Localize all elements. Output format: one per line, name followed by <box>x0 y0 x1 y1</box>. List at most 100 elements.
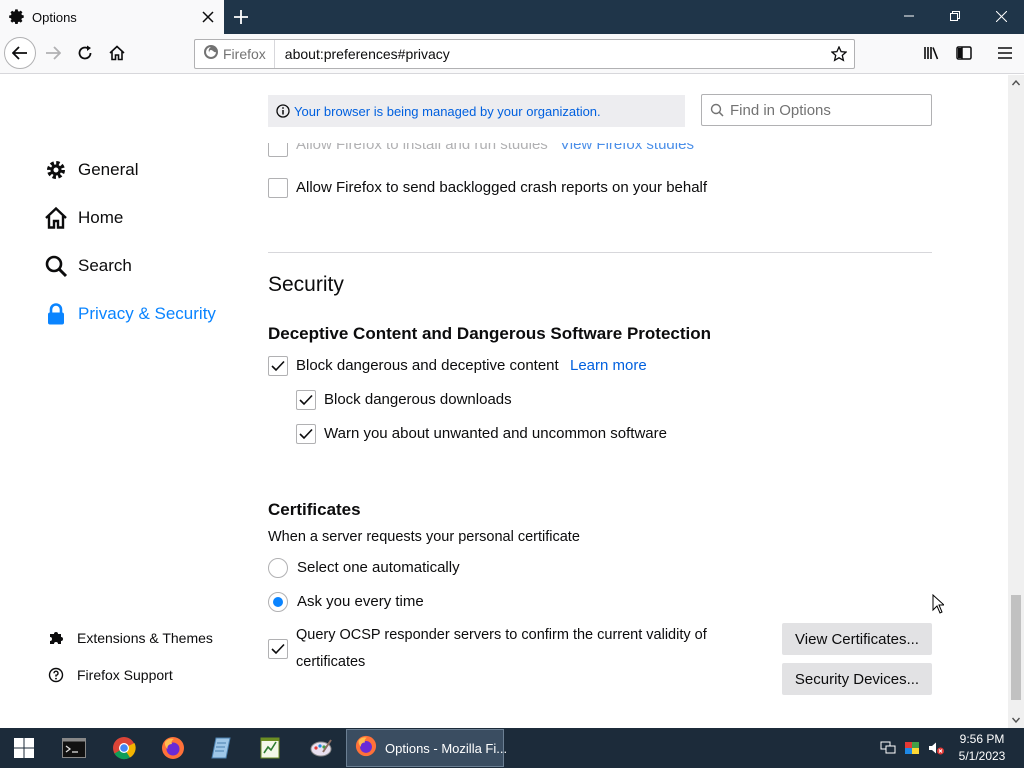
taskbar-window-label: Options - Mozilla Fi... <box>385 740 508 756</box>
bookmark-star-icon[interactable] <box>824 39 854 69</box>
policy-banner-text[interactable]: Your browser is being managed by your or… <box>294 104 601 119</box>
ocsp-checkbox[interactable] <box>268 639 288 659</box>
search-icon <box>710 103 724 117</box>
forward-button[interactable] <box>38 38 68 68</box>
sidebar-toggle-button[interactable] <box>949 38 979 68</box>
sidebar-item-general[interactable]: General <box>44 158 138 182</box>
gear-icon <box>8 8 26 26</box>
taskbar-firefox-window[interactable]: Options - Mozilla Fi... <box>346 729 508 767</box>
start-button[interactable] <box>0 728 48 768</box>
reload-button[interactable] <box>70 38 100 68</box>
ocsp-label-line1[interactable]: Query OCSP responder servers to confirm … <box>296 627 707 643</box>
crash-reports-label[interactable]: Allow Firefox to send backlogged crash r… <box>296 179 707 196</box>
sidebar-item-label: Search <box>78 256 132 275</box>
clock-time: 9:56 PM <box>959 732 1005 746</box>
view-studies-link[interactable]: View Firefox studies <box>560 143 694 153</box>
checkmark-icon <box>271 643 285 655</box>
section-divider <box>268 252 932 253</box>
mouse-cursor-icon <box>932 593 946 619</box>
paint-icon[interactable] <box>297 728 345 768</box>
sidebar-firefox-support[interactable]: Firefox Support <box>48 667 173 683</box>
block-downloads-checkbox[interactable] <box>296 390 316 410</box>
home-button[interactable] <box>102 38 132 68</box>
preferences-content: General Home Search Privacy & Security E… <box>0 75 1008 728</box>
warn-unwanted-label[interactable]: Warn you about unwanted and uncommon sof… <box>324 425 667 442</box>
minimize-button[interactable] <box>886 0 932 32</box>
firefox-icon <box>203 44 219 65</box>
crash-reports-checkbox[interactable] <box>268 178 288 198</box>
certificates-heading: Certificates <box>268 500 361 519</box>
security-devices-button[interactable]: Security Devices... <box>782 663 932 695</box>
scroll-down-arrow-icon[interactable] <box>1008 712 1024 728</box>
terminal-icon[interactable] <box>50 728 98 768</box>
deceptive-content-heading: Deceptive Content and Dangerous Software… <box>268 324 712 343</box>
scroll-up-arrow-icon[interactable] <box>1008 75 1024 91</box>
info-icon <box>276 104 290 118</box>
gear-icon <box>44 158 68 182</box>
taskbar-clock[interactable]: 9:56 PM 5/1/2023 <box>952 731 1012 765</box>
block-dangerous-checkbox[interactable] <box>268 356 288 376</box>
sidebar-item-label: Privacy & Security <box>78 304 216 323</box>
home-icon <box>44 206 68 230</box>
studies-row-clip: Allow Firefox to install and run studies… <box>268 143 932 159</box>
chrome-icon[interactable] <box>100 728 148 768</box>
ask-every-time-label[interactable]: Ask you every time <box>297 593 424 610</box>
tab-options[interactable]: Options <box>0 0 224 34</box>
identity-label: Firefox <box>223 46 266 62</box>
menu-button[interactable] <box>990 38 1020 68</box>
tab-title: Options <box>32 9 77 25</box>
radio-selected-dot <box>273 597 283 607</box>
url-bar[interactable]: Firefox about:preferences#privacy <box>194 39 855 69</box>
sidebar-item-label: Home <box>78 208 124 227</box>
display-icon[interactable] <box>904 740 920 756</box>
search-icon <box>44 254 68 278</box>
puzzle-icon <box>48 630 64 646</box>
scroll-thumb[interactable] <box>1011 595 1021 700</box>
firefox-icon[interactable] <box>149 728 197 768</box>
certificates-description: When a server requests your personal cer… <box>268 529 580 545</box>
volume-muted-icon[interactable] <box>928 740 944 756</box>
sidebar-extensions-themes[interactable]: Extensions & Themes <box>48 630 213 646</box>
studies-label: Allow Firefox to install and run studies <box>296 143 548 153</box>
block-downloads-label[interactable]: Block dangerous downloads <box>324 391 512 408</box>
spreadsheet-icon[interactable] <box>246 728 294 768</box>
lock-icon <box>44 302 68 326</box>
block-dangerous-label[interactable]: Block dangerous and deceptive content <box>296 357 559 374</box>
network-icon[interactable] <box>880 740 896 756</box>
find-placeholder: Find in Options <box>730 101 831 119</box>
close-window-button[interactable] <box>978 0 1024 32</box>
back-button[interactable] <box>4 37 36 69</box>
sidebar-item-privacy-security[interactable]: Privacy & Security <box>44 302 216 326</box>
security-title: Security <box>268 273 344 296</box>
sidebar-item-home[interactable]: Home <box>44 206 123 230</box>
select-automatically-label[interactable]: Select one automatically <box>297 559 460 576</box>
ocsp-label-line2[interactable]: certificates <box>296 654 365 670</box>
learn-more-link[interactable]: Learn more <box>570 357 647 374</box>
library-button[interactable] <box>917 38 947 68</box>
checkmark-icon <box>299 394 313 406</box>
ask-every-time-radio[interactable] <box>268 592 288 612</box>
sidebar-item-label: General <box>78 160 139 179</box>
tab-strip: Options <box>0 0 1024 34</box>
checkmark-icon <box>271 360 285 372</box>
sidebar-item-search[interactable]: Search <box>44 254 132 278</box>
url-text[interactable]: about:preferences#privacy <box>285 46 824 62</box>
studies-checkbox[interactable] <box>268 143 288 157</box>
windows-icon <box>14 738 34 758</box>
warn-unwanted-checkbox[interactable] <box>296 424 316 444</box>
close-tab-icon[interactable] <box>198 7 218 27</box>
help-icon <box>48 667 64 683</box>
clock-date: 5/1/2023 <box>958 749 1006 763</box>
identity-box[interactable]: Firefox <box>195 40 275 68</box>
new-tab-button[interactable] <box>228 4 254 30</box>
view-certificates-button[interactable]: View Certificates... <box>782 623 932 655</box>
restore-button[interactable] <box>932 0 978 32</box>
notepad-icon[interactable] <box>197 728 245 768</box>
content-scrollbar[interactable] <box>1008 75 1024 728</box>
select-automatically-radio[interactable] <box>268 558 288 578</box>
find-in-options-input[interactable]: Find in Options <box>701 94 932 126</box>
policy-banner[interactable]: Your browser is being managed by your or… <box>268 95 685 127</box>
sidebar-footer-label: Firefox Support <box>77 667 173 683</box>
navigation-bar: Firefox about:preferences#privacy <box>0 34 1024 74</box>
checkmark-icon <box>299 428 313 440</box>
